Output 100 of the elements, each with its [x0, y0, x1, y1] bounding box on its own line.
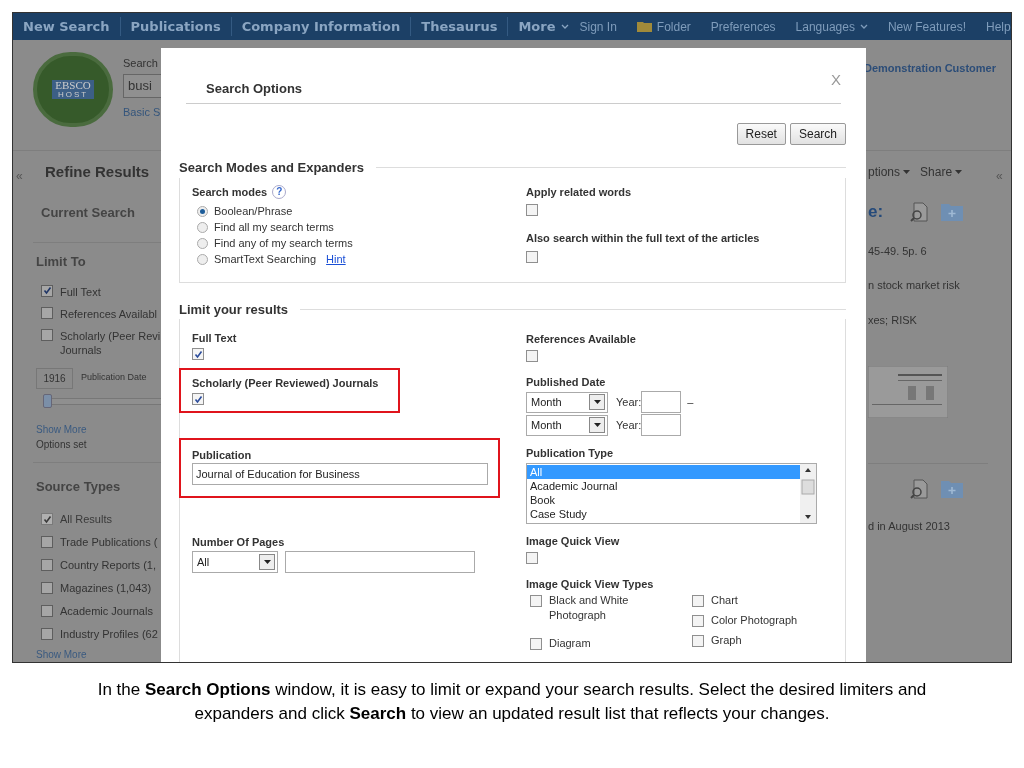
radio-label: Find any of my search terms — [214, 235, 353, 251]
field-label: Image Quick View Types — [526, 577, 655, 591]
publication-type-list[interactable]: All Academic Journal Book Case Study — [526, 463, 817, 524]
month-select[interactable]: Month — [526, 391, 608, 413]
result-text: d in August 2013 — [868, 519, 951, 534]
option-label: Diagram — [549, 636, 592, 651]
radio-button[interactable] — [197, 253, 208, 265]
result-text: n stock market risk — [868, 278, 961, 293]
option-label: Graph — [711, 633, 742, 648]
field-label: Publication Type — [526, 446, 615, 460]
filter-label: Full Text — [60, 284, 101, 299]
document-magnifier-icon[interactable] — [908, 478, 930, 500]
checkbox[interactable] — [41, 536, 53, 548]
nav-link[interactable]: Preferences — [710, 17, 776, 36]
document-magnifier-icon[interactable] — [908, 200, 930, 223]
checkbox[interactable] — [41, 559, 53, 571]
logo[interactable]: EBSCO HOST — [33, 52, 113, 127]
radio-button[interactable] — [197, 237, 208, 249]
publication-field[interactable]: Journal of Education for Business — [192, 463, 488, 485]
checkbox[interactable] — [526, 350, 538, 362]
nav-link[interactable]: More — [507, 16, 580, 37]
checkbox[interactable] — [41, 605, 53, 617]
checkbox[interactable] — [41, 582, 53, 594]
toolbar-menu[interactable]: ptions — [868, 163, 911, 181]
radio-label: Find all my search terms — [214, 219, 334, 235]
filter-label: Trade Publications ( — [60, 535, 158, 549]
collapse-icon[interactable]: « — [996, 169, 1003, 183]
checkbox[interactable] — [41, 628, 53, 640]
panel-title: Refine Results — [44, 162, 151, 182]
field-label: Search modes — [192, 184, 268, 200]
checkbox[interactable] — [192, 348, 204, 360]
section-title: Limit your results — [179, 300, 289, 319]
list-option[interactable]: Case Study — [527, 507, 800, 521]
checkbox[interactable] — [192, 393, 204, 405]
checkbox[interactable] — [526, 204, 538, 216]
account-name: Demonstration Customer — [864, 62, 997, 74]
folder-plus-icon[interactable] — [940, 201, 964, 222]
checkbox[interactable] — [41, 284, 53, 297]
nav-link[interactable]: Publications — [119, 16, 231, 37]
caption: In the Search Options window, it is easy to limit or expand your search results. Select the desired limiters and expanders and click Search to view an updated result list that reflects your changes. — [96, 679, 928, 725]
scrollbar[interactable] — [800, 464, 816, 523]
checkbox[interactable] — [692, 595, 704, 607]
radio-button[interactable] — [197, 221, 208, 233]
list-option[interactable]: Academic Journal — [527, 479, 800, 493]
radio-button[interactable] — [197, 205, 208, 217]
close-button[interactable]: X — [831, 69, 841, 92]
nav-link[interactable]: Folder — [636, 17, 691, 36]
field-label: Full Text — [192, 331, 238, 345]
checkbox[interactable] — [41, 306, 53, 319]
pages-field[interactable] — [285, 551, 475, 573]
field-label: Published Date — [526, 375, 607, 389]
filter-label: Journals — [60, 342, 103, 357]
nav-link[interactable]: New Features! — [887, 17, 966, 36]
dialog-button[interactable]: Search — [789, 123, 846, 145]
list-option[interactable]: Book — [527, 493, 800, 507]
search-field[interactable]: busi — [123, 73, 163, 98]
year-label: Year: — [616, 417, 642, 433]
nav-link[interactable]: Thesaurus — [410, 16, 508, 37]
folder-plus-icon[interactable] — [940, 479, 964, 499]
logo-subtext: HOST — [57, 91, 89, 99]
section-title: Search Modes and Expanders — [179, 159, 364, 177]
result-text: 45-49. 5p. 6 — [868, 243, 928, 259]
checkbox[interactable] — [530, 638, 542, 650]
slider-handle[interactable] — [43, 393, 52, 408]
logo-text: EBSCO — [55, 80, 91, 91]
radio-label: SmartText Searching — [214, 251, 317, 267]
year-field[interactable]: 1916 — [36, 367, 73, 389]
field-label: References Available — [526, 332, 637, 346]
nav-link[interactable]: New Search — [13, 16, 120, 37]
checkbox[interactable] — [692, 635, 704, 647]
filter-label: Industry Profiles (62 — [60, 627, 158, 641]
pages-select[interactable]: All — [192, 551, 278, 573]
field-label: Image Quick View — [526, 534, 621, 548]
result-title[interactable]: e: — [868, 199, 908, 225]
year-field[interactable] — [641, 414, 682, 436]
option-label: Chart — [711, 593, 738, 608]
checkbox[interactable] — [530, 595, 542, 607]
basic-search-link[interactable]: Basic S — [123, 103, 163, 120]
options-set-text: Options set — [35, 437, 88, 452]
nav-link[interactable]: Sign In — [579, 17, 617, 36]
checkbox[interactable] — [41, 328, 53, 341]
filter-label: Scholarly (Peer Revi — [60, 328, 161, 343]
nav-link[interactable]: Help — [986, 17, 1011, 36]
checkbox[interactable] — [692, 615, 704, 627]
month-select[interactable]: Month — [526, 414, 608, 436]
list-option[interactable]: All — [527, 465, 800, 479]
filter-label: Academic Journals — [60, 604, 153, 618]
section-heading: Source Types — [35, 477, 122, 496]
nav-link[interactable]: Languages — [795, 17, 868, 36]
collapse-icon[interactable]: « — [16, 169, 23, 183]
checkbox[interactable] — [526, 552, 538, 564]
hint-link[interactable]: Hint — [326, 250, 346, 268]
dialog-button[interactable]: Reset — [736, 123, 786, 145]
field-label: Scholarly (Peer Reviewed) Journals — [192, 376, 380, 390]
toolbar-menu[interactable]: Share — [920, 163, 963, 181]
date-label: Publication Date — [81, 371, 147, 385]
checkbox[interactable] — [526, 250, 538, 263]
nav-link[interactable]: Company Information — [230, 16, 411, 37]
year-label: Year: — [616, 394, 642, 410]
year-field[interactable] — [641, 391, 682, 413]
